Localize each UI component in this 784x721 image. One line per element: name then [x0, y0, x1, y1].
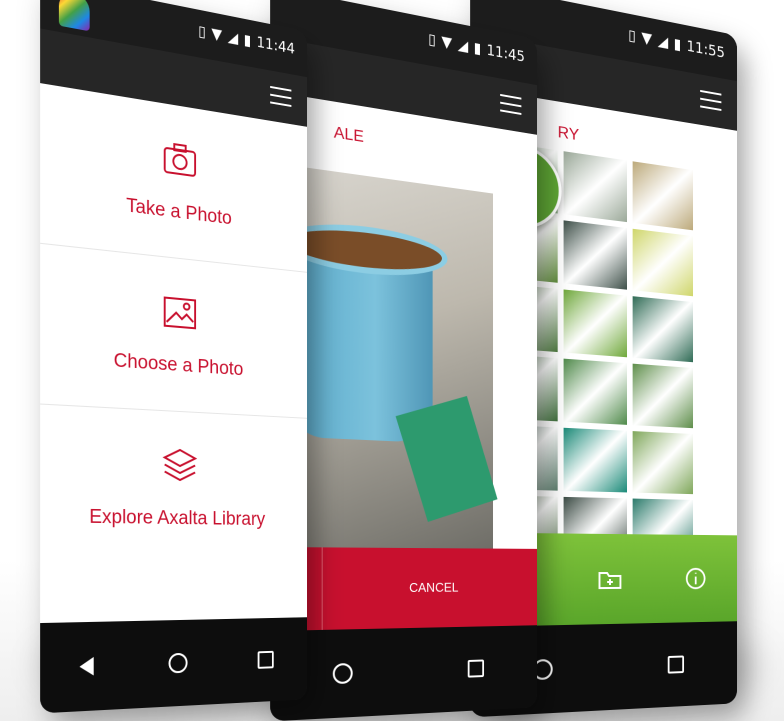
home-screen: Take a Photo Choose a Photo Explore Axal…	[40, 28, 308, 624]
phone-scale: ▯ ▼ ◢ ▮ 11:45 ALE CANCEL	[270, 0, 538, 721]
info-icon[interactable]	[683, 564, 710, 593]
image-icon	[161, 291, 199, 334]
color-swatch[interactable]	[632, 363, 694, 429]
home-icon[interactable]	[332, 662, 353, 685]
battery-icon: ▮	[473, 38, 482, 58]
recent-apps-icon[interactable]	[257, 650, 274, 669]
cancel-button[interactable]: CANCEL	[323, 547, 537, 630]
status-icons: ▯ ▼ ◢ ▮ 11:55	[628, 26, 725, 62]
battery-icon: ▮	[673, 34, 682, 54]
back-icon[interactable]	[79, 656, 94, 677]
signal-icon: ◢	[227, 27, 239, 48]
axalta-logo	[58, 0, 90, 32]
nav-bar	[40, 617, 308, 714]
color-swatch[interactable]	[632, 161, 694, 231]
hamburger-menu-icon[interactable]	[270, 85, 292, 107]
screen-title: RY	[557, 123, 580, 145]
color-swatch[interactable]	[563, 427, 628, 493]
color-swatch[interactable]	[563, 289, 628, 358]
scale-screen: ALE CANCEL	[270, 36, 538, 632]
clock: 11:45	[486, 40, 525, 66]
signal-icon: ◢	[457, 35, 469, 56]
hamburger-menu-icon[interactable]	[700, 89, 722, 111]
folder-add-icon[interactable]	[596, 564, 625, 594]
bottom-bar: CANCEL	[270, 547, 538, 632]
clock: 11:55	[686, 36, 725, 62]
explore-library-button[interactable]: Explore Axalta Library	[40, 405, 307, 565]
hamburger-menu-icon[interactable]	[500, 93, 522, 115]
vibrate-icon: ▯	[198, 21, 206, 41]
color-swatch[interactable]	[632, 228, 694, 297]
phone-home: ▯ ▼ ◢ ▮ 11:44 Take a Photo Choose a Phot…	[40, 0, 308, 714]
screen-title: ALE	[333, 124, 364, 147]
color-swatch[interactable]	[632, 431, 694, 495]
camera-icon	[161, 142, 199, 182]
recent-apps-icon[interactable]	[467, 659, 484, 678]
vibrate-icon: ▯	[428, 29, 436, 49]
home-icon[interactable]	[168, 652, 188, 674]
vibrate-icon: ▯	[628, 25, 636, 45]
battery-icon: ▮	[243, 30, 252, 50]
status-icons: ▯ ▼ ◢ ▮ 11:44	[198, 22, 295, 58]
color-swatch[interactable]	[563, 358, 628, 425]
nav-bar	[270, 625, 538, 721]
layers-icon	[161, 445, 199, 486]
color-swatch[interactable]	[563, 220, 628, 290]
wifi-icon: ▼	[641, 28, 653, 48]
menu-label: Take a Photo	[126, 195, 232, 230]
ticket-image	[395, 395, 498, 522]
color-swatch[interactable]	[563, 151, 628, 223]
color-swatch[interactable]	[632, 296, 694, 363]
menu-label: Explore Axalta Library	[89, 506, 266, 530]
menu-label: Choose a Photo	[113, 350, 244, 381]
status-icons: ▯ ▼ ◢ ▮ 11:45	[428, 30, 525, 66]
clock: 11:44	[256, 32, 295, 58]
recent-apps-icon[interactable]	[667, 655, 684, 674]
wifi-icon: ▼	[211, 24, 223, 44]
signal-icon: ◢	[657, 31, 669, 52]
choose-photo-button[interactable]: Choose a Photo	[40, 243, 308, 419]
wifi-icon: ▼	[441, 32, 453, 52]
